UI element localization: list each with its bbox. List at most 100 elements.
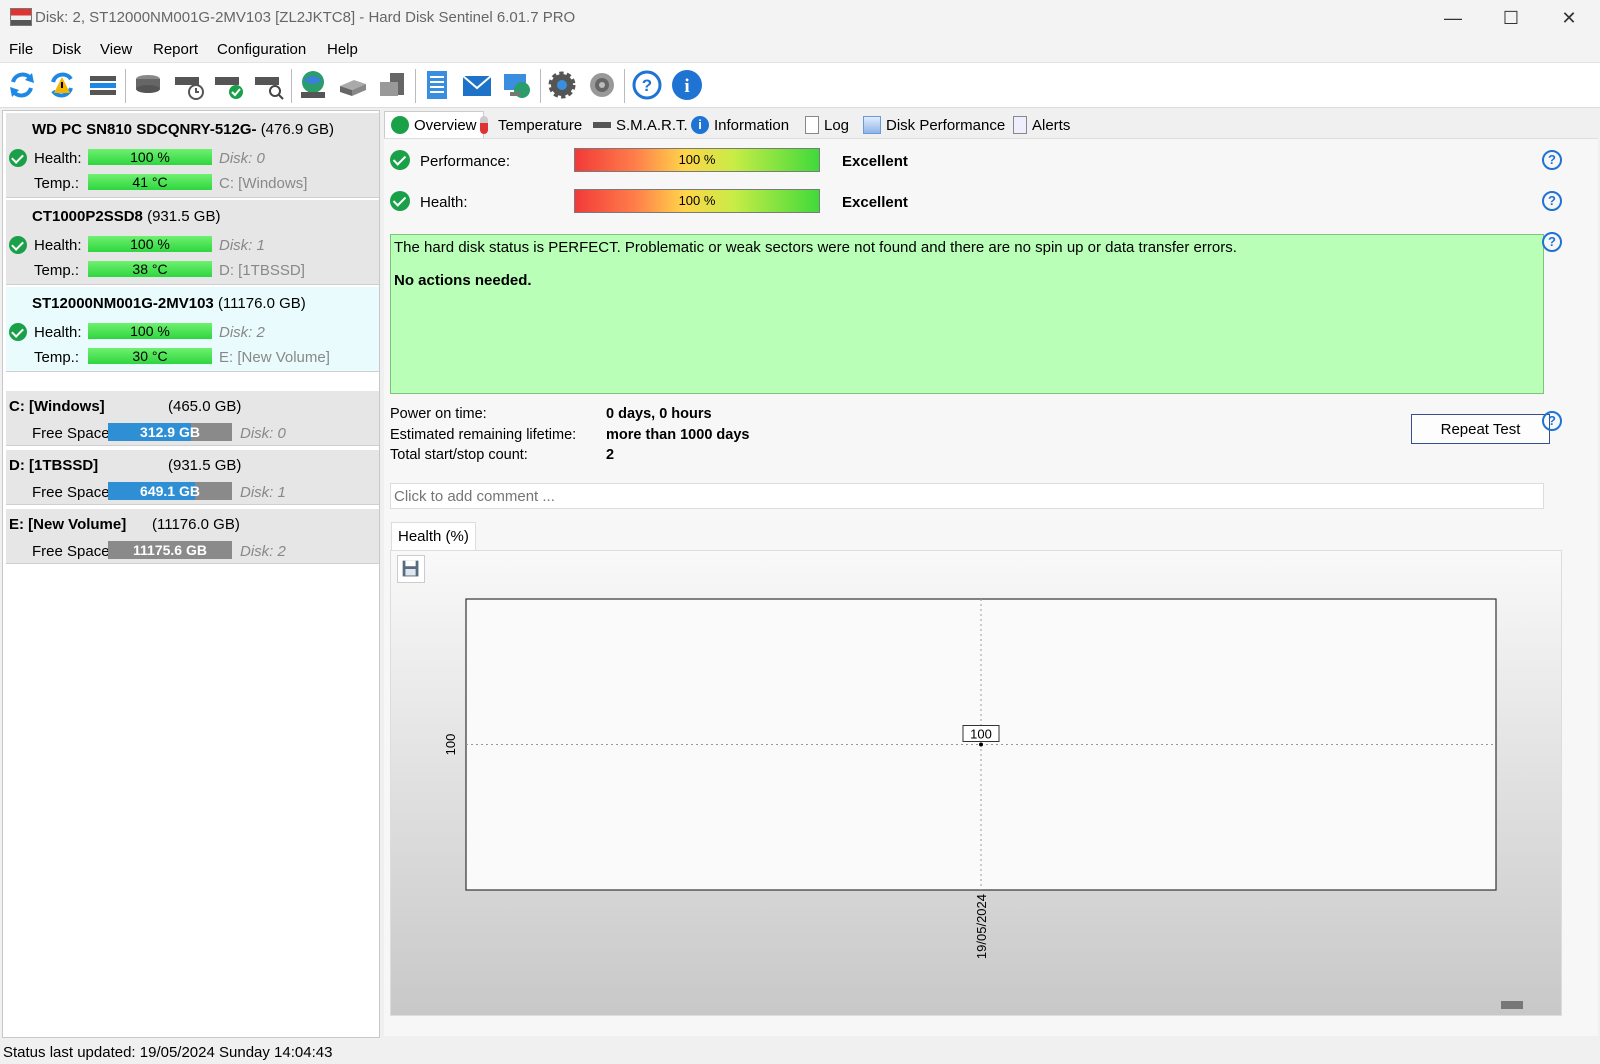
health-help-icon[interactable]: ? bbox=[1542, 191, 1562, 211]
performance-label: Performance: bbox=[420, 153, 511, 170]
data-point bbox=[979, 742, 983, 747]
volume-name: C: [Windows] bbox=[9, 398, 105, 415]
repeat-test-help-icon[interactable]: ? bbox=[1542, 411, 1562, 431]
info-toolbar-icon[interactable]: i bbox=[670, 68, 704, 102]
volume-size: (465.0 GB) bbox=[168, 398, 242, 415]
startstop-label: Total start/stop count: bbox=[390, 447, 528, 463]
sound-icon[interactable] bbox=[585, 68, 619, 102]
health-ok-icon bbox=[390, 191, 410, 211]
repeat-test-button[interactable]: Repeat Test bbox=[1411, 414, 1550, 444]
disk-search-icon[interactable] bbox=[252, 68, 286, 102]
info-icon: i bbox=[691, 116, 709, 134]
disk-card-2[interactable]: ST12000NM001G-2MV103 (11176.0 GB) Health… bbox=[6, 287, 379, 372]
lifetime-label: Estimated remaining lifetime: bbox=[390, 427, 577, 443]
performance-help-icon[interactable]: ? bbox=[1542, 150, 1562, 170]
tab-information[interactable]: i Information bbox=[691, 113, 789, 137]
email-icon[interactable] bbox=[460, 68, 494, 102]
free-space-bar: 11175.6 GB bbox=[108, 541, 232, 559]
free-space-label: Free Space bbox=[32, 543, 110, 560]
tab-alerts[interactable]: Alerts bbox=[1013, 113, 1070, 137]
performance-bar: 100 % bbox=[574, 148, 820, 172]
volume-size: (931.5 GB) bbox=[168, 457, 242, 474]
disk-index: Disk: 1 bbox=[219, 237, 265, 254]
check-icon bbox=[391, 116, 409, 134]
volume-name: E: [New Volume] bbox=[9, 516, 127, 533]
window-title: Disk: 2, ST12000NM001G-2MV103 [ZL2JKTC8]… bbox=[35, 9, 576, 26]
volume-card-c[interactable]: C: [Windows] (465.0 GB) Free Space 312.9… bbox=[6, 391, 379, 446]
chart-scroll-thumb[interactable] bbox=[1501, 1001, 1523, 1009]
temp-label: Temp.: bbox=[34, 349, 80, 366]
x-tick-label: 19/05/2024 bbox=[974, 894, 989, 959]
tab-log[interactable]: Log bbox=[805, 113, 849, 137]
network-drive-icon[interactable] bbox=[296, 68, 330, 102]
health-ok-icon bbox=[9, 236, 27, 254]
help-toolbar-icon[interactable]: ? bbox=[630, 68, 664, 102]
startstop-value: 2 bbox=[606, 447, 615, 463]
menu-configuration[interactable]: Configuration bbox=[217, 41, 306, 58]
status-bar-text: Status last updated: 19/05/2024 Sunday 1… bbox=[3, 1044, 333, 1061]
temp-bar: 30 °C bbox=[88, 348, 212, 364]
health-label: Health: bbox=[420, 194, 468, 211]
health-chart: 100 19/05/2024 100 bbox=[390, 550, 1562, 1016]
temp-label: Temp.: bbox=[34, 175, 80, 192]
server-icon[interactable] bbox=[376, 68, 410, 102]
disk-card-0[interactable]: WD PC SN810 SDCQNRY-512G- (476.9 GB) Hea… bbox=[6, 113, 379, 198]
data-label: 100 bbox=[970, 727, 992, 742]
tab-smart[interactable]: S.M.A.R.T. bbox=[593, 113, 688, 137]
report-icon[interactable] bbox=[420, 68, 454, 102]
tab-temperature[interactable]: Temperature bbox=[480, 113, 582, 137]
save-icon[interactable] bbox=[397, 555, 425, 583]
refresh-icon[interactable] bbox=[5, 68, 39, 102]
tab-overview[interactable]: Overview bbox=[384, 111, 484, 138]
maximize-button[interactable]: ☐ bbox=[1482, 2, 1540, 34]
app-icon bbox=[10, 8, 32, 26]
free-space-bar: 649.1 GB bbox=[108, 482, 232, 500]
volume-label: D: [1TBSSD] bbox=[219, 262, 305, 279]
free-space-label: Free Space bbox=[32, 484, 110, 501]
minimize-button[interactable]: — bbox=[1424, 2, 1482, 34]
settings-icon[interactable] bbox=[545, 68, 579, 102]
free-space-bar: 312.9 GB bbox=[108, 423, 232, 441]
drive-icon bbox=[593, 122, 611, 128]
disk-list-icon[interactable] bbox=[86, 68, 120, 102]
power-on-value: 0 days, 0 hours bbox=[606, 406, 712, 422]
disk-icon[interactable] bbox=[131, 68, 165, 102]
volume-disk: Disk: 0 bbox=[240, 425, 286, 442]
disk-schedule-icon[interactable] bbox=[172, 68, 206, 102]
web-report-icon[interactable] bbox=[500, 68, 534, 102]
remote-disk-icon[interactable] bbox=[336, 68, 370, 102]
health-bar: 100 % bbox=[574, 189, 820, 213]
menu-bar: File Disk View Report Configuration Help bbox=[0, 36, 1600, 62]
menu-view[interactable]: View bbox=[100, 41, 132, 58]
volume-disk: Disk: 2 bbox=[240, 543, 286, 560]
menu-help[interactable]: Help bbox=[327, 41, 358, 58]
thermometer-icon bbox=[480, 116, 488, 134]
volume-label: E: [New Volume] bbox=[219, 349, 330, 366]
disk-name: CT1000P2SSD8 (931.5 GB) bbox=[32, 208, 221, 225]
comment-input[interactable] bbox=[390, 483, 1544, 509]
lifetime-value: more than 1000 days bbox=[606, 427, 750, 443]
menu-file[interactable]: File bbox=[9, 41, 33, 58]
refresh-warning-icon[interactable] bbox=[45, 68, 79, 102]
volume-name: D: [1TBSSD] bbox=[9, 457, 99, 474]
document-icon bbox=[805, 116, 819, 134]
svg-text:?: ? bbox=[642, 76, 652, 95]
menu-disk[interactable]: Disk bbox=[52, 41, 81, 58]
status-help-icon[interactable]: ? bbox=[1542, 232, 1562, 252]
health-bar: 100 % bbox=[88, 323, 212, 339]
disk-check-icon[interactable] bbox=[212, 68, 246, 102]
volume-size: (11176.0 GB) bbox=[152, 516, 240, 533]
volume-disk: Disk: 1 bbox=[240, 484, 286, 501]
disk-index: Disk: 0 bbox=[219, 150, 265, 167]
y-tick-label: 100 bbox=[443, 734, 458, 756]
svg-text:i: i bbox=[684, 76, 689, 97]
health-ok-icon bbox=[9, 323, 27, 341]
close-button[interactable]: ✕ bbox=[1540, 2, 1598, 34]
volume-card-e[interactable]: E: [New Volume] (11176.0 GB) Free Space … bbox=[6, 509, 379, 564]
tab-disk-performance[interactable]: Disk Performance bbox=[863, 113, 1005, 137]
disk-card-1[interactable]: CT1000P2SSD8 (931.5 GB) Health: 100 % Di… bbox=[6, 200, 379, 285]
chart-tab-health[interactable]: Health (%) bbox=[391, 522, 476, 550]
menu-report[interactable]: Report bbox=[153, 41, 198, 58]
volume-card-d[interactable]: D: [1TBSSD] (931.5 GB) Free Space 649.1 … bbox=[6, 450, 379, 505]
health-ok-icon bbox=[9, 149, 27, 167]
